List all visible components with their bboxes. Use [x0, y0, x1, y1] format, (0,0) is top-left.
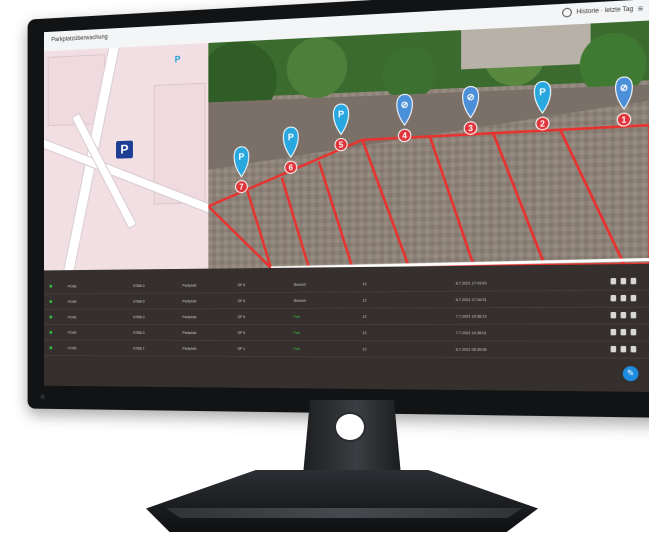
parking-icon: P: [288, 132, 294, 143]
table-cell: 12: [362, 347, 367, 352]
table-cell: Parkplatz: [182, 283, 197, 288]
delete-icon[interactable]: [620, 277, 627, 285]
status-dot: [49, 346, 53, 350]
table-row[interactable]: PO0E STBB.0 Parkplatz SP 0 Frei 12 7.7.2021 10…: [43, 325, 649, 342]
spot-number: 7: [239, 182, 243, 191]
table-cell: 7.7.2021 10:38:01: [455, 331, 487, 336]
edit-fab-button[interactable]: ✎: [622, 366, 639, 382]
table-cell: Parkplatz: [182, 330, 197, 335]
table-cell: 12: [362, 298, 367, 303]
history-label[interactable]: Historie · letzte Tag: [576, 6, 633, 15]
table-cell: 13: [362, 282, 367, 287]
aerial-view[interactable]: ⊘ 1 P 2 ⊘ 3 ⊘ 4 P 5 P 6 P 7: [208, 20, 649, 269]
status-dot: [49, 330, 53, 334]
edit-icon[interactable]: [630, 328, 637, 336]
no-parking-icon: ⊘: [467, 91, 475, 102]
table-cell: PO0E: [67, 315, 77, 320]
spot-number: 3: [468, 124, 473, 134]
delete-icon[interactable]: [620, 328, 627, 336]
table-cell: STBB.0: [132, 299, 145, 304]
table-cell: Parkplatz: [182, 299, 197, 304]
parking-icon[interactable]: P: [116, 140, 133, 159]
details-icon[interactable]: [610, 278, 617, 285]
parking-icon: P: [338, 109, 344, 120]
stand-base-edge: [166, 508, 522, 518]
table-cell: SP 0: [237, 299, 246, 304]
cable-hole: [334, 412, 366, 442]
edit-icon[interactable]: [630, 345, 637, 353]
row-actions: [610, 311, 637, 319]
details-icon[interactable]: [610, 328, 617, 336]
spot-number: 2: [540, 119, 546, 129]
table-cell: 6.7.2021 08:35:06: [455, 347, 487, 352]
rooftop: [461, 23, 591, 70]
app-title: Parkplatzüberwachung: [51, 34, 108, 44]
table-cell: PO0E: [67, 300, 77, 304]
spot-number: 6: [289, 163, 294, 172]
aerial-svg: ⊘ 1 P 2 ⊘ 3 ⊘ 4 P 5 P 6 P 7: [208, 20, 649, 269]
delete-icon[interactable]: [620, 311, 627, 319]
parking-small-icon[interactable]: P: [175, 54, 181, 64]
table-cell: Parkplatz: [182, 346, 197, 351]
table-cell: STBB.1: [132, 346, 145, 351]
table-cell: 12: [362, 331, 367, 336]
map-panel[interactable]: P P: [43, 42, 209, 271]
table-cell: Frei: [293, 347, 300, 352]
table-cell: SP 0: [237, 283, 246, 288]
table-cell: Besetzt: [293, 282, 306, 287]
table-cell: 8.7.2021 17:43:43: [455, 281, 487, 286]
screen: Parkplatzüberwachung Historie · letzte T…: [43, 0, 649, 392]
table-cell: 12: [362, 314, 367, 319]
header-right: Historie · letzte Tag ≡: [562, 3, 643, 18]
edit-icon[interactable]: [630, 277, 637, 285]
edit-icon[interactable]: [630, 311, 637, 319]
monitor-bezel: Parkplatzüberwachung Historie · letzte T…: [27, 0, 649, 418]
events-table: PO0E STBB.0 Parkplatz SP 0 Besetzt 13 8.7.2021…: [43, 263, 649, 392]
table-cell: SP 0: [237, 330, 246, 335]
spot-number: 5: [339, 140, 344, 150]
delete-icon[interactable]: [620, 345, 627, 353]
power-button[interactable]: [40, 394, 45, 400]
no-parking-icon: ⊘: [401, 99, 409, 110]
details-icon[interactable]: [610, 311, 617, 319]
no-parking-icon: ⊘: [620, 82, 628, 93]
row-actions: [610, 345, 637, 353]
table-cell: 7.7.2021 10:38:13: [455, 314, 487, 319]
table-cell: STBB.0: [132, 284, 145, 289]
table-cell: 8.7.2021 17:16:31: [455, 297, 487, 303]
row-actions: [610, 328, 637, 336]
delete-icon[interactable]: [620, 294, 627, 302]
table-row[interactable]: PO0E STBB.0 Parkplatz SP 0 Frei 12 7.7.2021 10…: [43, 308, 649, 326]
table-cell: PO0E: [67, 330, 77, 335]
status-dot: [49, 315, 53, 319]
parking-icon: P: [539, 86, 546, 97]
parking-icon: P: [238, 151, 244, 161]
spot-number: 4: [402, 131, 407, 141]
table-row[interactable]: PO0E STBB.1 Parkplatz SP 1 Frei 12 6.7.2021 08…: [43, 341, 649, 359]
table-cell: PO0E: [67, 346, 77, 351]
details-icon[interactable]: [610, 345, 617, 353]
monitor-stand-base: [146, 470, 538, 532]
table-cell: Frei: [293, 331, 300, 336]
table-cell: Besetzt: [293, 298, 306, 303]
status-dot: [49, 284, 53, 288]
table-cell: SP 1: [237, 346, 246, 351]
status-dot: [49, 300, 53, 304]
details-icon[interactable]: [610, 295, 617, 302]
table-row[interactable]: PO0E STBB.0 Parkplatz SP 0 Besetzt 12 8.7.2021…: [43, 291, 649, 310]
table-cell: Parkplatz: [182, 315, 197, 320]
row-actions: [610, 277, 637, 285]
row-actions: [610, 294, 637, 302]
table-cell: Frei: [293, 314, 300, 319]
edit-icon[interactable]: [630, 294, 637, 302]
table-cell: PO0E: [67, 284, 77, 289]
menu-icon[interactable]: ≡: [638, 3, 643, 13]
table-cell: STBB.0: [132, 315, 145, 320]
clock-icon[interactable]: [562, 7, 573, 18]
table-cell: STBB.0: [132, 330, 145, 335]
spot-number: 1: [621, 115, 627, 125]
table-cell: SP 0: [237, 315, 246, 320]
